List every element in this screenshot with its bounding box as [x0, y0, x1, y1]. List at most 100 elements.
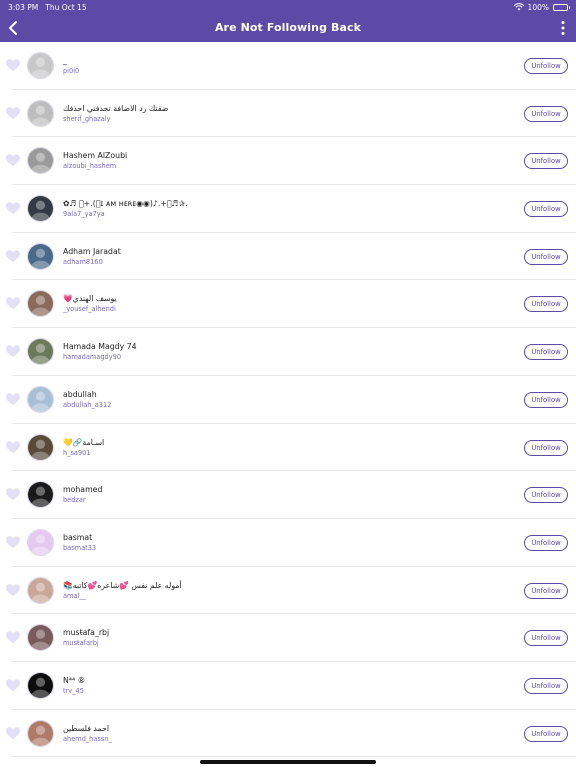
avatar[interactable] [27, 242, 54, 270]
heart-icon[interactable] [6, 488, 20, 501]
user-name: 📚أموله علم نفس 💕شاعره💕كاتبه [63, 580, 182, 590]
list-item[interactable]: abdullah abdullah_a312 Unfollow [0, 376, 576, 424]
heart-icon[interactable] [6, 583, 20, 597]
user-handle[interactable]: basmat33 [63, 543, 96, 553]
user-info: Adham Jaradat adham8160 [63, 246, 121, 267]
heart-icon[interactable] [6, 726, 20, 740]
user-handle[interactable]: bedzar [63, 495, 102, 505]
user-handle[interactable]: amal__ [63, 591, 182, 601]
list-item[interactable]: mohamed bedzar Unfollow [0, 471, 576, 519]
unfollow-button[interactable]: Unfollow [524, 534, 568, 551]
user-info: abdullah abdullah_a312 [63, 389, 111, 410]
user-info: احمد فلسطين ahemd_hassn_ [63, 723, 112, 744]
heart-icon[interactable] [6, 393, 20, 406]
user-handle[interactable]: sherif_ghazaly [63, 114, 168, 124]
heart-icon[interactable] [6, 297, 20, 310]
heart-icon[interactable] [6, 679, 20, 692]
user-handle[interactable]: trv_45 [63, 686, 85, 696]
user-info: Hamada Magdy 74 hamadamagdy90 [63, 341, 137, 362]
unfollow-button[interactable]: Unfollow [524, 391, 568, 408]
unfollow-button[interactable]: Unfollow [524, 296, 568, 313]
avatar[interactable] [27, 433, 54, 461]
user-handle[interactable]: ahemd_hassn_ [63, 734, 112, 744]
user-info: Hashem AlZoubi alzoubi_hashem [63, 150, 127, 171]
list-item[interactable]: Hashem AlZoubi alzoubi_hashem Unfollow [0, 137, 576, 185]
status-bar: 3:03 PM Thu Oct 15 100% [0, 0, 576, 14]
heart-icon[interactable] [6, 202, 20, 215]
user-info: 📚أموله علم نفس 💕شاعره💕كاتبه amal__ [63, 580, 182, 601]
unfollow-button[interactable]: Unfollow [524, 487, 568, 504]
list-item[interactable]: 💗يوسف الهندي _yousef_alhendi Unfollow [0, 280, 576, 328]
unfollow-button[interactable]: Unfollow [524, 630, 568, 647]
battery-icon [553, 3, 570, 11]
user-name: Hashem AlZoubi [63, 151, 128, 161]
user-name: musŧafa_rbj [63, 628, 110, 638]
unfollow-button[interactable]: Unfollow [524, 582, 568, 599]
unfollow-button[interactable]: Unfollow [524, 439, 568, 456]
avatar[interactable] [27, 671, 54, 699]
heart-icon[interactable] [6, 59, 20, 72]
list-item[interactable]: Adham Jaradat adham8160 Unfollow [0, 233, 576, 281]
avatar[interactable] [27, 719, 54, 747]
user-handle[interactable]: _yousef_alhendi [63, 304, 117, 314]
avatar[interactable] [27, 52, 54, 79]
list-item[interactable]: Hamada Magdy 74 hamadamagdy90 Unfollow [0, 328, 576, 376]
battery-percent: 100% [527, 2, 549, 12]
avatar[interactable] [27, 528, 54, 556]
user-handle[interactable]: h_sa901 [63, 448, 104, 458]
user-handle[interactable]: hamadamagdy90 [63, 352, 137, 362]
avatar[interactable] [27, 338, 54, 366]
unfollow-button[interactable]: Unfollow [524, 677, 568, 694]
avatar[interactable] [27, 147, 54, 175]
user-info: N⁴⁴ ® trv_45 [63, 675, 85, 696]
avatar[interactable] [27, 99, 54, 127]
user-name: N⁴⁴ ® [63, 675, 86, 685]
list-item[interactable]: ✿♬ ﾟ+.(｡ɪ ᴀᴍ ʜᴇʀᴇ◉◉)♪.+ﾟ♬✰. 9ala7_ya7ya Un… [0, 185, 576, 233]
heart-icon[interactable] [6, 440, 20, 454]
user-name: ضقتك رد الاضافة تحذفني احذفك [63, 103, 169, 113]
avatar[interactable] [27, 624, 54, 652]
heart-icon[interactable] [6, 536, 20, 549]
unfollow-button[interactable]: Unfollow [524, 105, 568, 122]
user-handle[interactable]: alzoubi_hashem [63, 161, 127, 171]
list-item[interactable]: 💛🔗اسـامة h_sa901 Unfollow [0, 424, 576, 472]
heart-icon[interactable] [6, 250, 20, 263]
list-item[interactable]: احمد فلسطين ahemd_hassn_ Unfollow [0, 710, 576, 758]
unfollow-button[interactable]: Unfollow [524, 248, 568, 265]
user-handle[interactable]: abdullah_a312 [63, 400, 111, 410]
more-vertical-icon[interactable] [560, 20, 566, 36]
user-handle[interactable]: musŧafarbj [63, 638, 109, 648]
avatar[interactable] [27, 481, 54, 509]
user-info: 💛🔗اسـامة h_sa901 [63, 437, 104, 458]
list-item[interactable]: musŧafa_rbj musŧafarbj Unfollow [0, 614, 576, 662]
heart-icon[interactable] [6, 154, 20, 167]
avatar[interactable] [27, 576, 54, 604]
user-name: basmat [63, 532, 93, 542]
heart-icon[interactable] [6, 345, 20, 358]
unfollow-button[interactable]: Unfollow [524, 344, 568, 361]
unfollow-button[interactable]: Unfollow [524, 201, 568, 218]
nav-bar: Are Not Following Back [0, 14, 576, 42]
list-item[interactable]: ضقتك رد الاضافة تحذفني احذفك sherif_ghaza… [0, 90, 576, 138]
avatar[interactable] [27, 385, 54, 413]
heart-icon[interactable] [6, 631, 20, 644]
user-handle[interactable]: adham8160 [63, 257, 121, 267]
avatar[interactable] [27, 195, 54, 223]
page-title: Are Not Following Back [214, 21, 362, 34]
heart-icon[interactable] [6, 106, 20, 120]
list-item[interactable]: basmat basmat33 Unfollow [0, 519, 576, 567]
list-item[interactable]: 📚أموله علم نفس 💕شاعره💕كاتبه amal__ Unfollo… [0, 567, 576, 615]
unfollow-button[interactable]: Unfollow [524, 153, 568, 170]
avatar[interactable] [27, 290, 54, 318]
user-name: abdullah [63, 389, 97, 399]
list-item[interactable]: _ pi0i0 Unfollow [0, 42, 576, 90]
status-time: 3:03 PM [8, 2, 39, 12]
user-name: 💛🔗اسـامة [63, 437, 105, 447]
user-name: 💗يوسف الهندي [63, 294, 117, 304]
list-item[interactable]: N⁴⁴ ® trv_45 Unfollow [0, 662, 576, 710]
unfollow-button[interactable]: Unfollow [524, 58, 568, 74]
user-name: احمد فلسطين [63, 723, 110, 733]
user-handle[interactable]: 9ala7_ya7ya [63, 209, 188, 219]
user-handle[interactable]: pi0i0 [63, 66, 79, 76]
unfollow-button[interactable]: Unfollow [524, 725, 568, 742]
